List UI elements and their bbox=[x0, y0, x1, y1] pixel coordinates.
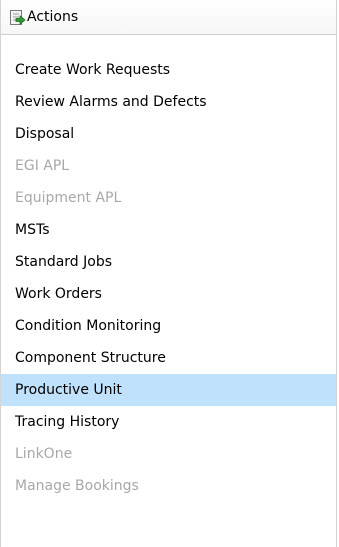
action-msts[interactable]: MSTs bbox=[1, 214, 336, 246]
action-linkone: LinkOne bbox=[15, 446, 73, 462]
action-egi-apl: EGI APL bbox=[15, 158, 70, 174]
action-review-alarms-and-defects[interactable]: Review Alarms and Defects bbox=[1, 86, 336, 118]
action-productive-unit[interactable]: Productive Unit bbox=[1, 374, 336, 406]
action-tracing-history[interactable]: Tracing History bbox=[1, 406, 336, 438]
action-component-structure[interactable]: Component Structure bbox=[1, 342, 336, 374]
actions-header[interactable]: Actions bbox=[1, 0, 336, 35]
action-condition-monitoring[interactable]: Condition Monitoring bbox=[1, 310, 336, 342]
action-work-orders[interactable]: Work Orders bbox=[1, 278, 336, 310]
panel-title: Actions bbox=[27, 9, 79, 25]
actions-icon bbox=[9, 9, 26, 26]
action-equipment-apl: Equipment APL bbox=[15, 190, 122, 206]
action-standard-jobs[interactable]: Standard Jobs bbox=[1, 246, 336, 278]
action-disposal[interactable]: Disposal bbox=[1, 118, 336, 150]
actions-menu: Create Work Requests Review Alarms and D… bbox=[1, 54, 336, 502]
action-create-work-requests[interactable]: Create Work Requests bbox=[1, 54, 336, 86]
actions-panel: Actions Create Work Requests Review Alar… bbox=[0, 0, 337, 547]
action-manage-bookings: Manage Bookings bbox=[15, 478, 139, 494]
